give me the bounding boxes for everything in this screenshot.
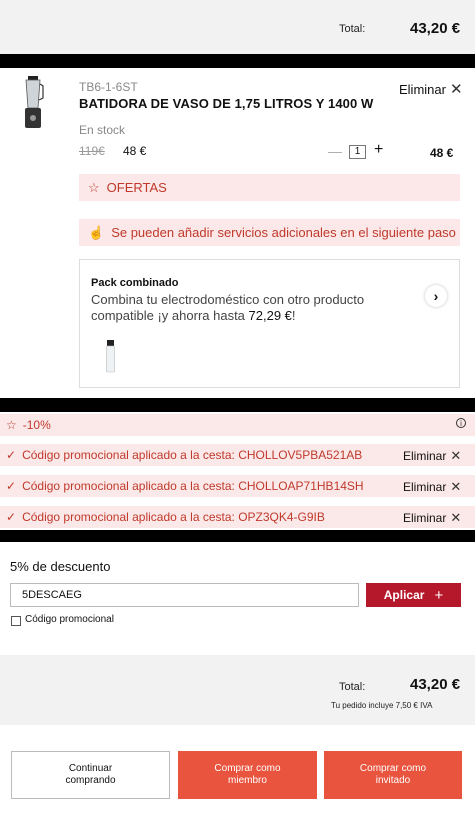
new-price: 48 € [123,144,147,158]
star-outline-icon: ☆ [88,179,100,195]
product-name[interactable]: BATIDORA DE VASO DE 1,75 LITROS Y 1400 W [79,96,373,111]
blender-product-image[interactable] [22,76,44,130]
buy-as-guest-button[interactable]: Comprar como invitado [324,751,462,799]
promo-code-text: Código promocional aplicado a la cesta: … [22,448,363,462]
discount-label: -10% [22,418,51,432]
member-label: Comprar como miembro [214,763,281,786]
remove-label: Eliminar [403,449,447,463]
pack-savings-amount: 72,29 € [248,308,292,323]
guest-label: Comprar como invitado [359,763,427,786]
chevron-right-icon[interactable]: › [425,285,447,307]
product-sku: TB6-1-6ST [79,80,138,94]
apply-code-button[interactable]: Aplicar + [366,583,461,607]
remove-label: Eliminar [403,480,447,494]
quantity-decrease-button[interactable]: — [328,143,342,159]
discount-title: 5% de descuento [10,559,111,574]
order-summary: Total: 43,20 € Tu pedido incluye 7,50 € … [0,655,475,725]
bottle-product-image [106,340,115,373]
continue-label: Continuar comprando [65,763,116,786]
star-outline-icon: ☆ [6,418,17,432]
discount-code-input[interactable] [10,583,359,607]
pack-description: Combina tu electrodoméstico con otro pro… [91,292,381,324]
stock-status: En stock [79,123,126,137]
promo-code-checkbox-label[interactable]: Código promocional [25,614,114,625]
top-total-label: Total: [339,23,366,35]
old-price: 119€ [79,144,105,158]
hand-pointer-icon: ☝ [88,224,105,240]
apply-label: Aplicar [383,588,425,602]
buy-as-member-button[interactable]: Comprar como miembro [178,751,317,799]
divider-bar [0,530,475,542]
plus-icon: + [434,586,444,604]
continue-shopping-button[interactable]: Continuar comprando [11,751,170,799]
summary-total-label: Total: [339,681,366,693]
quantity-field[interactable]: 1 [349,145,366,159]
pack-description-suffix: ! [291,308,296,323]
remove-product-button[interactable]: Eliminar ✕ [399,80,463,98]
combo-pack-card[interactable]: Pack combinado Combina tu electrodomésti… [79,259,460,388]
check-icon: ✓ [6,479,17,493]
top-total-bar: Total: 43,20 € [0,0,475,54]
remove-promo-button[interactable]: Eliminar ✕ [403,510,461,526]
services-banner: ☝ Se pueden añadir servicios adicionales… [79,219,460,246]
iva-note: Tu pedido incluye 7,50 € IVA [331,701,433,710]
promo-code-row: ✓ Código promocional aplicado a la cesta… [0,444,475,466]
remove-promo-button[interactable]: Eliminar ✕ [403,448,461,464]
pack-title: Pack combinado [91,277,179,289]
promo-code-text: Código promocional aplicado a la cesta: … [22,479,364,493]
pack-description-text: Combina tu electrodoméstico con otro pro… [91,292,365,323]
promo-code-text: Código promocional aplicado a la cesta: … [22,510,325,524]
top-total-value: 43,20 € [410,20,461,37]
close-icon: ✕ [450,510,462,525]
close-icon: ✕ [450,448,462,463]
quantity-increase-button[interactable]: + [374,141,383,159]
summary-total-value: 43,20 € [410,676,461,693]
promo-code-checkbox[interactable] [11,616,21,626]
remove-label: Eliminar [399,82,446,97]
promo-code-row: ✓ Código promocional aplicado a la cesta… [0,506,475,528]
close-icon: ✕ [449,81,463,98]
check-icon: ✓ [6,448,17,462]
line-total: 48 € [430,146,454,160]
remove-label: Eliminar [403,511,447,525]
services-label: Se pueden añadir servicios adicionales e… [111,225,456,240]
info-icon[interactable]: i [456,418,466,428]
discount-row: ☆ -10% i [0,414,475,436]
offers-banner[interactable]: ☆ OFERTAS [79,174,460,201]
divider-bar [0,398,475,412]
offers-label: OFERTAS [106,180,167,195]
promo-code-row: ✓ Código promocional aplicado a la cesta… [0,475,475,497]
divider-bar [0,54,475,68]
close-icon: ✕ [450,479,462,494]
remove-promo-button[interactable]: Eliminar ✕ [403,479,461,495]
check-icon: ✓ [6,510,17,524]
